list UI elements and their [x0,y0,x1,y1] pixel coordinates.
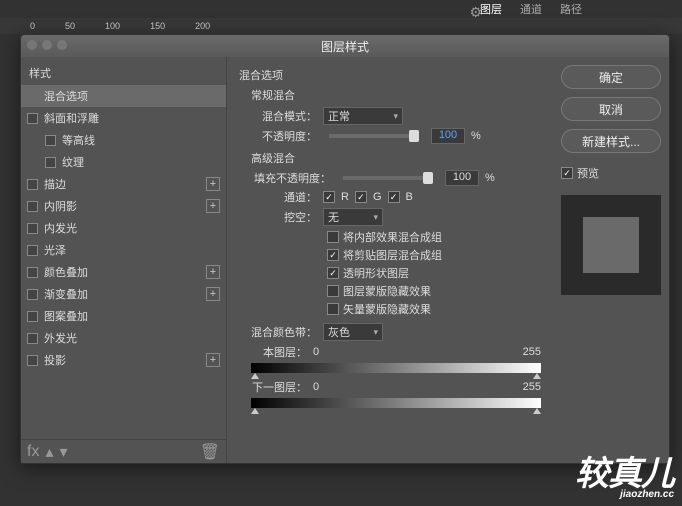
style-checkbox[interactable] [45,135,56,146]
fill-opacity-slider[interactable] [343,176,433,180]
styles-panel: 样式 混合选项斜面和浮雕等高线纹理描边 + 内阴影 + 内发光光泽颜色叠加 + 渐变叠加 + 图… [21,57,227,463]
trash-icon[interactable]: 🗑 [200,442,220,462]
style-row[interactable]: 纹理 [21,151,226,173]
layer-style-dialog: 图层样式 样式 混合选项斜面和浮雕等高线纹理描边+内阴影+内发光光泽颜色叠加+渐… [20,34,670,464]
preview-swatch [561,195,661,295]
tab-channels[interactable]: 通道 [520,1,542,17]
option-checkbox[interactable] [327,285,339,297]
tab-layers[interactable]: 图层 [480,1,502,17]
style-row[interactable]: 渐变叠加 + [21,283,226,305]
style-label: 颜色叠加 [44,264,88,280]
style-checkbox[interactable] [45,157,56,168]
style-row[interactable]: 描边 + [21,173,226,195]
style-label: 图案叠加 [44,308,88,324]
add-effect-icon[interactable]: + [206,287,220,301]
option-label: 透明形状图层 [343,265,409,281]
add-effect-icon[interactable]: + [206,177,220,191]
style-checkbox[interactable] [27,113,38,124]
style-checkbox[interactable] [27,311,38,322]
style-row[interactable]: 投影 + [21,349,226,371]
minimize-icon[interactable] [42,40,52,50]
opacity-input[interactable]: 100 [431,128,465,144]
blending-options-panel: 混合选项 常规混合 混合模式： 正常 不透明度： 100 % 高级混合 填充不透… [227,57,553,463]
style-label: 混合选项 [44,88,88,104]
cancel-button[interactable]: 取消 [561,97,661,121]
style-label: 描边 [44,176,66,192]
ok-button[interactable]: 确定 [561,65,661,89]
styles-header: 样式 [21,61,226,85]
channel-g-checkbox[interactable] [355,191,367,203]
close-icon[interactable] [27,40,37,50]
style-row[interactable]: 内发光 [21,217,226,239]
style-checkbox[interactable] [27,289,38,300]
style-row[interactable]: 图案叠加 [21,305,226,327]
style-checkbox[interactable] [27,245,38,256]
channel-b-checkbox[interactable] [388,191,400,203]
style-label: 斜面和浮雕 [44,110,99,126]
add-effect-icon[interactable]: + [206,353,220,367]
tab-paths[interactable]: 路径 [560,1,582,17]
style-checkbox[interactable] [27,179,38,190]
option-label: 将剪贴图层混合成组 [343,247,442,263]
style-row[interactable]: 等高线 [21,129,226,151]
preview-checkbox[interactable] [561,167,573,179]
style-label: 外发光 [44,330,77,346]
opacity-slider[interactable] [329,134,419,138]
blend-if-select[interactable]: 灰色 [323,323,383,341]
watermark: 较真儿 jiaozhen.cc [575,446,674,500]
ruler: 050100150200 [0,18,682,34]
down-icon[interactable]: ▾ [59,442,67,462]
fill-opacity-input[interactable]: 100 [445,170,479,186]
style-checkbox[interactable] [27,201,38,212]
knockout-select[interactable]: 无 [323,208,383,226]
fx-icon[interactable]: fx [27,443,39,461]
option-checkbox[interactable] [327,267,339,279]
option-checkbox[interactable] [327,303,339,315]
style-label: 内阴影 [44,198,77,214]
style-label: 投影 [44,352,66,368]
under-layer-gradient[interactable] [251,398,541,408]
style-label: 纹理 [62,154,84,170]
style-row[interactable]: 光泽 [21,239,226,261]
style-row[interactable]: 内阴影 + [21,195,226,217]
dialog-titlebar[interactable]: 图层样式 [21,35,669,57]
style-checkbox[interactable] [27,333,38,344]
new-style-button[interactable]: 新建样式... [561,129,661,153]
style-row[interactable]: 混合选项 [21,85,226,107]
blend-mode-select[interactable]: 正常 [323,107,403,125]
dialog-actions: 确定 取消 新建样式... 预览 [553,57,669,463]
style-checkbox[interactable] [27,267,38,278]
this-layer-gradient[interactable] [251,363,541,373]
style-label: 光泽 [44,242,66,258]
option-checkbox[interactable] [327,249,339,261]
up-icon[interactable]: ▴ [45,442,53,462]
panel-tabs: 图层 通道 路径 [480,0,582,18]
style-label: 内发光 [44,220,77,236]
option-label: 将内部效果混合成组 [343,229,442,245]
option-checkbox[interactable] [327,231,339,243]
dialog-title: 图层样式 [321,38,369,55]
style-row[interactable]: 斜面和浮雕 [21,107,226,129]
style-row[interactable]: 外发光 [21,327,226,349]
style-checkbox[interactable] [27,223,38,234]
zoom-icon[interactable] [57,40,67,50]
style-row[interactable]: 颜色叠加 + [21,261,226,283]
option-label: 图层蒙版隐藏效果 [343,283,431,299]
add-effect-icon[interactable]: + [206,199,220,213]
add-effect-icon[interactable]: + [206,265,220,279]
styles-footer: fx ▴ ▾ 🗑 [21,439,226,463]
style-label: 等高线 [62,132,95,148]
option-label: 矢量蒙版隐藏效果 [343,301,431,317]
style-label: 渐变叠加 [44,286,88,302]
style-checkbox[interactable] [27,355,38,366]
channel-r-checkbox[interactable] [323,191,335,203]
